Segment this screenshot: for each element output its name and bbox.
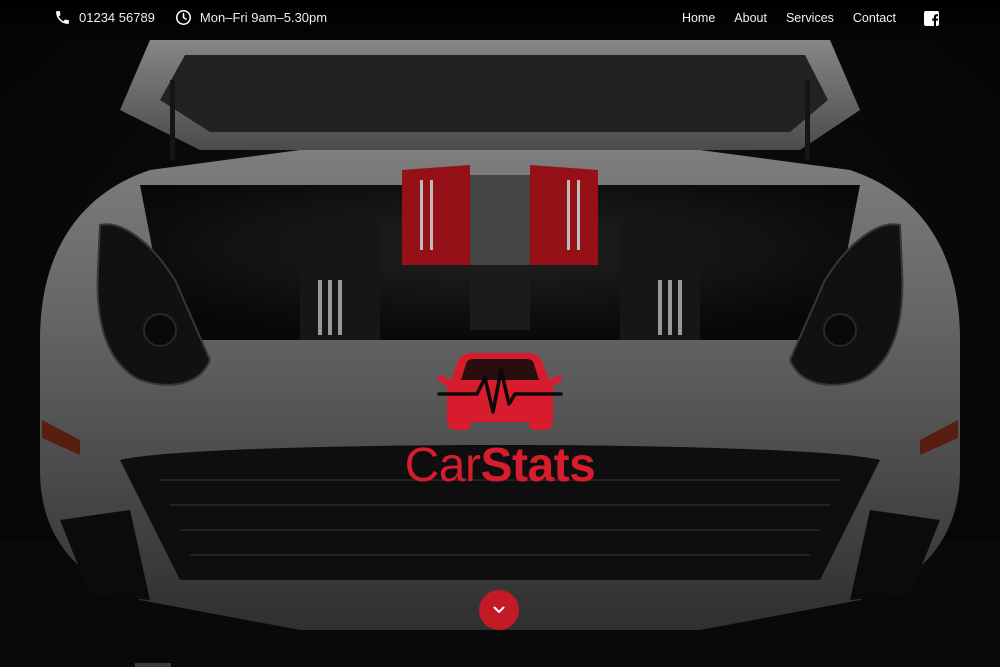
- facebook-icon[interactable]: [924, 11, 939, 26]
- nav-item-home[interactable]: Home: [682, 11, 715, 25]
- main-nav: Home About Services Contact: [663, 10, 939, 26]
- scroll-down-button[interactable]: [479, 590, 519, 630]
- nav-item-about[interactable]: About: [734, 11, 767, 25]
- nav-item-contact[interactable]: Contact: [853, 11, 896, 25]
- nav-item-services[interactable]: Services: [786, 11, 834, 25]
- hero-section: CarStats: [0, 40, 1000, 667]
- phone-contact[interactable]: 01234 56789: [54, 9, 155, 26]
- phone-icon: [56, 11, 69, 24]
- clock-icon: [175, 9, 191, 26]
- chevron-down-icon: [493, 606, 505, 613]
- hours-text: Mon–Fri 9am–5.30pm: [199, 10, 328, 25]
- slide-indicator: [135, 663, 171, 667]
- opening-hours: Mon–Fri 9am–5.30pm: [175, 9, 327, 26]
- top-bar: 01234 56789 Mon–Fri 9am–5.30pm Home Abou…: [0, 0, 1000, 40]
- phone-number[interactable]: 01234 56789: [79, 10, 155, 25]
- brand-logo[interactable]: CarStats: [390, 350, 610, 492]
- brand-wordmark: CarStats: [390, 440, 610, 492]
- brand-part-car: Car: [404, 439, 481, 492]
- contact-info: 01234 56789 Mon–Fri 9am–5.30pm: [54, 9, 347, 26]
- brand-part-stats: Stats: [480, 439, 596, 492]
- car-heartbeat-icon: [437, 353, 563, 430]
